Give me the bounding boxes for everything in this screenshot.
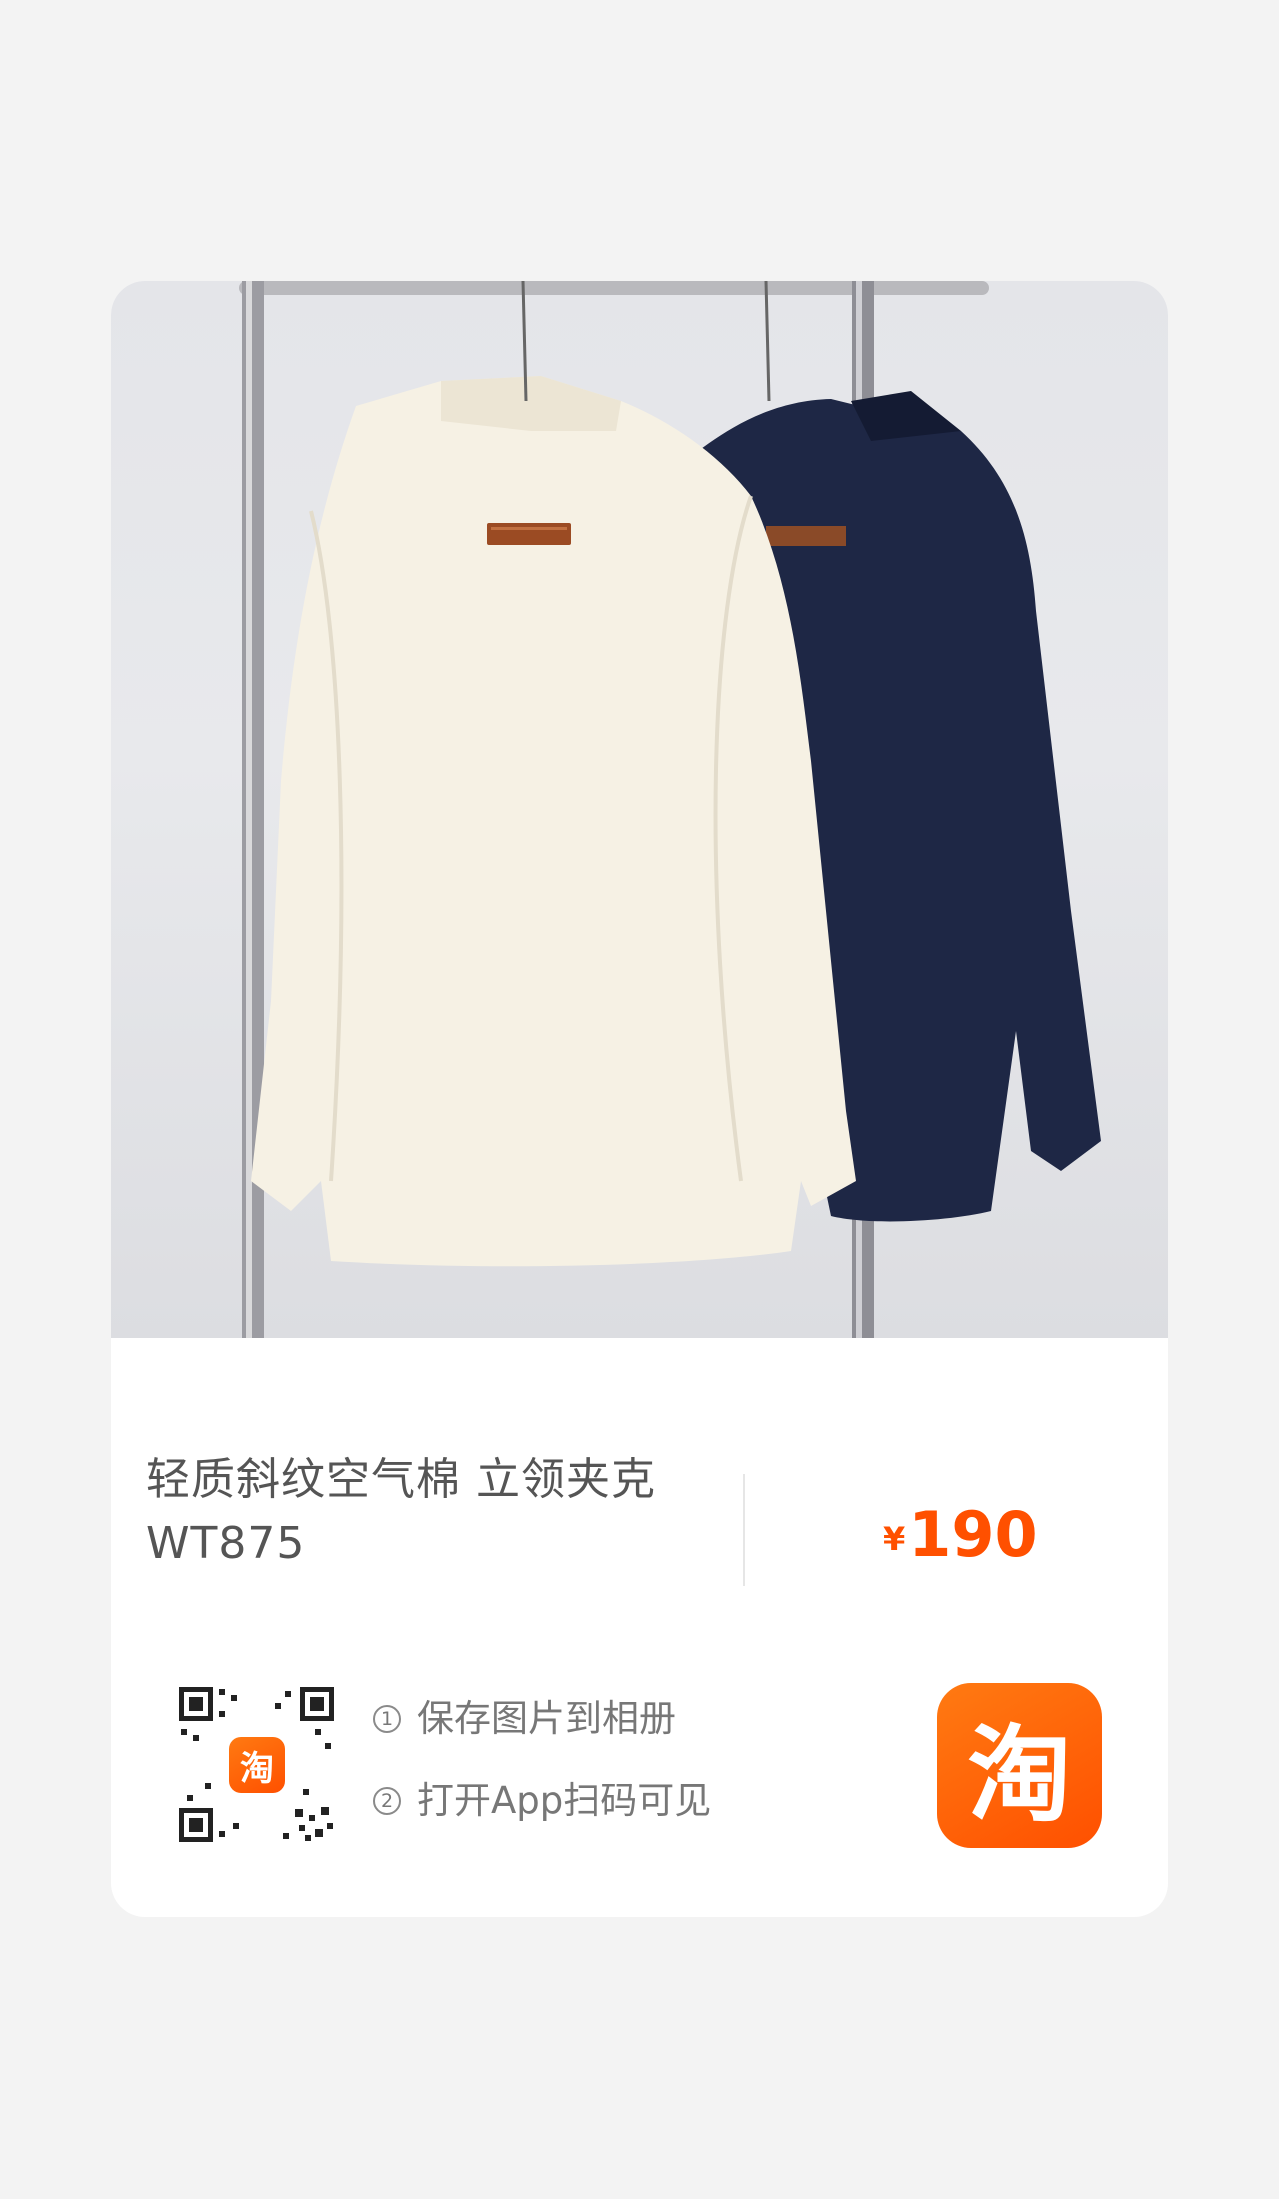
qr-taobao-logo-icon: 淘 [229,1737,285,1793]
step-text-1: 保存图片到相册 [417,1697,676,1740]
white-jacket-label [487,523,571,545]
jacket-photo-illustration [239,281,1101,1338]
product-info: 轻质斜纹空气棉 立领夹克 WT875 ¥190 淘 1 保存图片到相册 2 打开… [111,1338,1168,1917]
navy-jacket-label [766,526,846,546]
product-title: 轻质斜纹空气棉 立领夹克 WT875 [146,1454,656,1569]
share-steps: 1 保存图片到相册 2 打开App扫码可见 [373,1678,711,1842]
step-open-app: 2 打开App扫码可见 [373,1760,711,1842]
price-currency-symbol: ¥ [883,1520,906,1558]
product-image[interactable] [111,281,1168,1338]
taobao-app-icon[interactable]: 淘 [937,1683,1102,1848]
info-divider [743,1474,745,1586]
step-number-2: 2 [373,1787,401,1815]
step-text-2: 打开App扫码可见 [417,1779,712,1822]
product-price: ¥190 [883,1498,1038,1571]
rack-top-bar [239,281,989,295]
step-save-image: 1 保存图片到相册 [373,1678,711,1760]
qr-code[interactable]: 淘 [175,1683,338,1846]
step-number-1: 1 [373,1705,401,1733]
price-value: 190 [908,1498,1038,1571]
hanger-right [764,281,771,402]
share-card: 轻质斜纹空气棉 立领夹克 WT875 ¥190 淘 1 保存图片到相册 2 打开… [111,281,1168,1917]
